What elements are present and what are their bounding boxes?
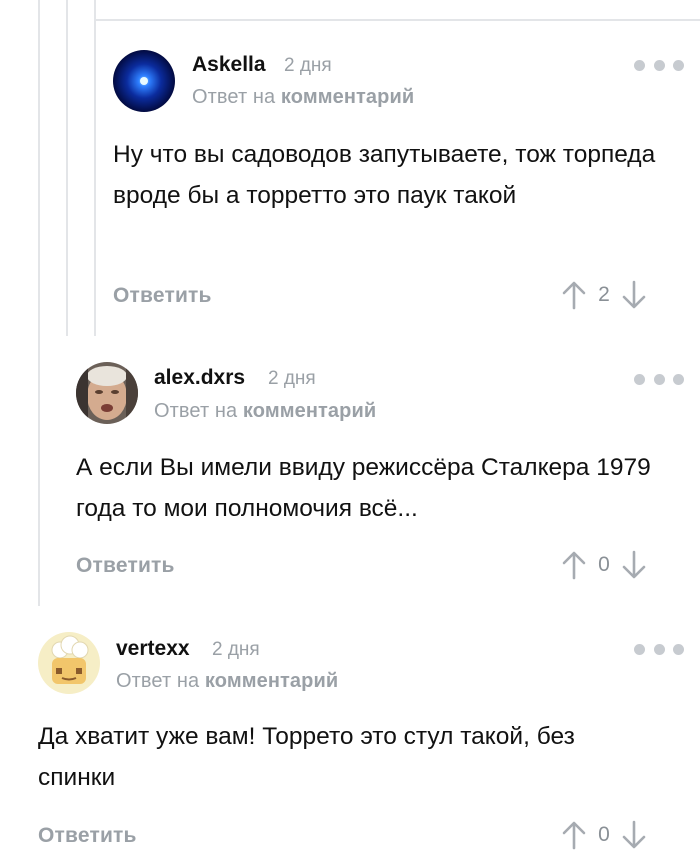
arrow-up-icon[interactable] <box>561 820 587 850</box>
reply-to: Ответ на комментарий <box>154 400 376 423</box>
more-dots-icon[interactable] <box>634 372 684 386</box>
arrow-up-icon[interactable] <box>561 280 587 310</box>
thread-line <box>38 0 40 606</box>
avatar[interactable] <box>113 50 175 112</box>
reply-to: Ответ на комментарий <box>116 670 338 693</box>
arrow-down-icon[interactable] <box>621 820 647 850</box>
reply-to-link[interactable]: комментарий <box>281 86 414 108</box>
thread-divider <box>94 19 700 21</box>
comment-author[interactable]: alex.dxrs <box>154 366 245 390</box>
reply-to-link[interactable]: комментарий <box>205 670 338 692</box>
reply-to-prefix: Ответ на <box>116 670 205 692</box>
comment-text: А если Вы имели ввиду режиссёра Сталкера… <box>76 454 651 522</box>
thread-line <box>94 0 96 336</box>
vote-controls: 0 <box>561 550 647 580</box>
comment-author[interactable]: vertexx <box>116 637 190 661</box>
reply-button[interactable]: Ответить <box>113 284 212 308</box>
vote-count: 0 <box>598 823 610 846</box>
more-dots-icon[interactable] <box>634 58 684 72</box>
arrow-down-icon[interactable] <box>621 550 647 580</box>
reply-to-prefix: Ответ на <box>154 400 243 422</box>
avatar[interactable] <box>76 362 138 424</box>
comment-text: Да хватит уже вам! Торрето это стул тако… <box>38 723 575 791</box>
reply-to: Ответ на комментарий <box>192 86 414 109</box>
vote-count: 0 <box>598 553 610 576</box>
reply-to-prefix: Ответ на <box>192 86 281 108</box>
reply-button[interactable]: Ответить <box>76 554 175 578</box>
vote-controls: 2 <box>561 280 647 310</box>
reply-to-link[interactable]: комментарий <box>243 400 376 422</box>
vote-count: 2 <box>598 283 610 306</box>
arrow-up-icon[interactable] <box>561 550 587 580</box>
comment-time: 2 дня <box>268 368 316 389</box>
avatar[interactable] <box>38 632 100 694</box>
reply-button[interactable]: Ответить <box>38 824 137 848</box>
vote-controls: 0 <box>561 820 647 850</box>
comment-text: Ну что вы садоводов запутываете, тож тор… <box>113 141 656 209</box>
comment-time: 2 дня <box>284 55 332 76</box>
thread-line <box>66 0 68 336</box>
more-dots-icon[interactable] <box>634 642 684 656</box>
arrow-down-icon[interactable] <box>621 280 647 310</box>
comment-time: 2 дня <box>212 639 260 660</box>
comment-author[interactable]: Askella <box>192 53 266 77</box>
